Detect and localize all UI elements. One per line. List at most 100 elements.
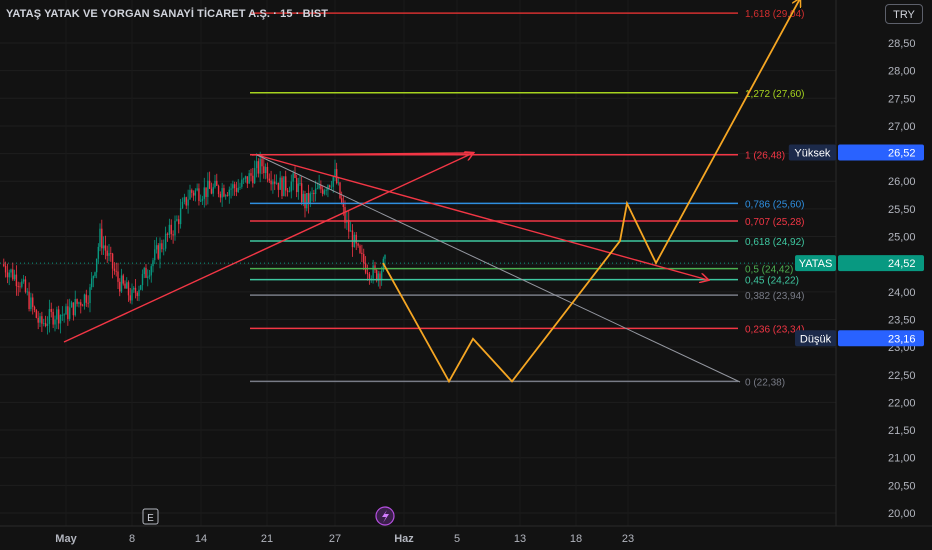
x-tick-label: 14	[195, 533, 207, 545]
candle-body	[201, 198, 204, 201]
candle-body	[78, 302, 80, 304]
candle-body	[313, 192, 315, 195]
candle-body	[61, 314, 64, 316]
candle-body	[185, 197, 187, 206]
y-tick-label: 24,00	[888, 287, 916, 299]
candle-body	[216, 180, 218, 186]
price-tag-value: 23,16	[888, 333, 916, 345]
candle-body	[325, 190, 327, 192]
candle-body	[277, 182, 280, 190]
candle-body	[191, 190, 193, 193]
candle-body	[131, 289, 133, 301]
candle-body	[232, 184, 234, 189]
candle-body	[140, 285, 142, 290]
candle-body	[349, 230, 352, 232]
candle-body	[207, 180, 209, 197]
x-tick-label: 21	[261, 533, 273, 545]
candle-body	[110, 253, 112, 254]
chart-title: YATAŞ YATAK VE YORGAN SANAYİ TİCARET A.Ş…	[6, 8, 329, 20]
x-tick-label: 8	[129, 533, 135, 545]
candle-body	[263, 166, 265, 174]
candle-body	[340, 198, 343, 203]
candle-body	[174, 220, 176, 236]
x-tick-label: 18	[570, 533, 582, 545]
candle-body	[22, 279, 25, 282]
candle-body	[330, 186, 333, 188]
y-tick-label: 28,50	[888, 38, 916, 50]
candle-body	[221, 188, 223, 198]
currency-button[interactable]: TRY	[885, 4, 923, 24]
candle-body	[192, 192, 195, 196]
candle-body	[24, 279, 27, 292]
candle-body	[141, 274, 144, 286]
candle-body	[309, 193, 311, 204]
candle-body	[372, 265, 374, 279]
candle-body	[3, 264, 5, 267]
chart-canvas[interactable]: 28,5028,0027,5027,0026,5026,0025,5025,00…	[0, 0, 932, 550]
candle-body	[255, 161, 258, 169]
candle-body	[314, 188, 317, 195]
y-tick-label: 21,50	[888, 425, 916, 437]
candle-body	[81, 305, 84, 307]
y-tick-label: 25,50	[888, 204, 916, 216]
x-tick-label: 5	[454, 533, 460, 545]
candle-body	[307, 193, 310, 204]
candle-body	[65, 306, 67, 315]
candle-body	[111, 253, 114, 269]
candle-body	[95, 258, 98, 273]
candle-body	[48, 309, 51, 324]
y-tick-label: 26,00	[888, 176, 916, 188]
candle-body	[335, 169, 338, 184]
fib-level-label: 0,382 (23,94)	[745, 291, 805, 302]
candle-body	[384, 255, 386, 259]
candle-body	[304, 193, 306, 209]
candle-body	[306, 193, 308, 209]
candle-body	[8, 272, 10, 278]
candle-body	[194, 190, 197, 196]
candle-body	[250, 173, 252, 176]
fib-level-label: 0,5 (24,42)	[745, 265, 793, 276]
candle-body	[210, 188, 213, 194]
candle-body	[261, 158, 263, 167]
candle-body	[56, 309, 58, 320]
candle-body	[124, 283, 126, 289]
price-tag-name: YATAS	[799, 258, 833, 270]
fib-level-label: 0,707 (25,28)	[745, 217, 805, 228]
candle-body	[217, 185, 220, 195]
x-tick-label: 27	[329, 533, 341, 545]
candle-body	[163, 248, 165, 250]
candle-body	[90, 278, 93, 288]
y-tick-label: 27,50	[888, 93, 916, 105]
candle-body	[152, 260, 154, 267]
candle-body	[126, 282, 128, 289]
candle-body	[226, 195, 229, 197]
candle-body	[147, 276, 149, 278]
candle-body	[30, 297, 32, 310]
candle-body	[266, 166, 269, 179]
candle-body	[178, 219, 180, 225]
candle-body	[17, 286, 19, 287]
candle-body	[368, 274, 371, 279]
y-tick-label: 23,50	[888, 314, 916, 326]
candle-body	[136, 292, 138, 297]
candle-body	[187, 199, 189, 206]
candle-body	[13, 274, 16, 280]
candle-body	[108, 253, 110, 256]
candle-body	[283, 176, 285, 197]
candle-body	[279, 177, 281, 190]
x-tick-label: 23	[622, 533, 634, 545]
candle-body	[33, 306, 36, 310]
candle-body	[208, 180, 211, 189]
candle-body	[329, 185, 331, 187]
candle-body	[97, 246, 100, 259]
y-tick-label: 22,50	[888, 370, 916, 382]
candle-body	[294, 173, 296, 179]
candle-body	[318, 184, 320, 189]
candle-body	[50, 309, 52, 312]
candle-body	[214, 180, 216, 188]
candle-body	[223, 188, 225, 197]
candle-body	[181, 201, 184, 209]
candle-body	[290, 181, 292, 192]
candle-body	[299, 183, 301, 185]
candle-body	[268, 178, 270, 181]
